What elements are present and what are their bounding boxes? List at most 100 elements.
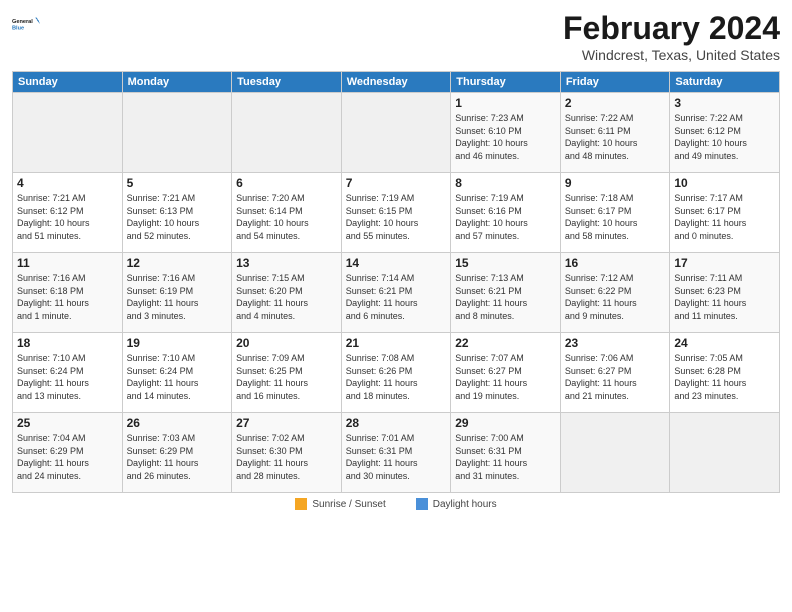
day-info: Sunrise: 7:22 AM Sunset: 6:11 PM Dayligh… <box>565 112 666 162</box>
day-number: 4 <box>17 176 118 190</box>
day-number: 3 <box>674 96 775 110</box>
day-cell: 4 Sunrise: 7:21 AM Sunset: 6:12 PM Daylig… <box>13 173 123 253</box>
day-info: Sunrise: 7:19 AM Sunset: 6:15 PM Dayligh… <box>346 192 447 242</box>
day-number: 5 <box>127 176 228 190</box>
day-info: Sunrise: 7:07 AM Sunset: 6:27 PM Dayligh… <box>455 352 556 402</box>
day-cell: 28Sunrise: 7:01 AM Sunset: 6:31 PM Dayli… <box>341 413 451 493</box>
week-row-4: 25 Sunrise: 7:04 AM Sunset: 6:29 PM Dayli… <box>13 413 780 493</box>
sunrise-label: Sunrise / Sunset <box>312 499 385 510</box>
day-cell: 14 Sunrise: 7:14 AM Sunset: 6:21 PM Dayli… <box>341 253 451 333</box>
day-info: Sunrise: 7:10 AM Sunset: 6:24 PM Dayligh… <box>17 352 118 402</box>
day-cell: 17Sunrise: 7:11 AM Sunset: 6:23 PM Dayli… <box>670 253 780 333</box>
day-cell: 19Sunrise: 7:10 AM Sunset: 6:24 PM Dayli… <box>122 333 232 413</box>
day-info: Sunrise: 7:05 AM Sunset: 6:28 PM Dayligh… <box>674 352 775 402</box>
day-info: Sunrise: 7:04 AM Sunset: 6:29 PM Dayligh… <box>17 432 118 482</box>
day-number: 20 <box>236 336 337 350</box>
day-cell <box>122 93 232 173</box>
day-info: Sunrise: 7:16 AM Sunset: 6:18 PM Dayligh… <box>17 272 118 322</box>
day-cell: 7 Sunrise: 7:19 AM Sunset: 6:15 PM Daylig… <box>341 173 451 253</box>
logo-icon: GeneralBlue <box>12 10 40 38</box>
day-cell: 26Sunrise: 7:03 AM Sunset: 6:29 PM Dayli… <box>122 413 232 493</box>
day-info: Sunrise: 7:02 AM Sunset: 6:30 PM Dayligh… <box>236 432 337 482</box>
day-info: Sunrise: 7:08 AM Sunset: 6:26 PM Dayligh… <box>346 352 447 402</box>
day-info: Sunrise: 7:00 AM Sunset: 6:31 PM Dayligh… <box>455 432 556 482</box>
day-cell <box>670 413 780 493</box>
day-number: 29 <box>455 416 556 430</box>
day-cell: 13 Sunrise: 7:15 AM Sunset: 6:20 PM Dayli… <box>232 253 342 333</box>
day-number: 7 <box>346 176 447 190</box>
day-number: 10 <box>674 176 775 190</box>
title-block: February 2024 Windcrest, Texas, United S… <box>563 10 780 63</box>
day-header-tuesday: Tuesday <box>232 72 342 93</box>
location: Windcrest, Texas, United States <box>563 47 780 63</box>
day-info: Sunrise: 7:09 AM Sunset: 6:25 PM Dayligh… <box>236 352 337 402</box>
day-cell <box>13 93 123 173</box>
day-info: Sunrise: 7:21 AM Sunset: 6:13 PM Dayligh… <box>127 192 228 242</box>
day-info: Sunrise: 7:13 AM Sunset: 6:21 PM Dayligh… <box>455 272 556 322</box>
day-cell: 25 Sunrise: 7:04 AM Sunset: 6:29 PM Dayli… <box>13 413 123 493</box>
day-info: Sunrise: 7:19 AM Sunset: 6:16 PM Dayligh… <box>455 192 556 242</box>
day-cell: 27Sunrise: 7:02 AM Sunset: 6:30 PM Dayli… <box>232 413 342 493</box>
day-number: 18 <box>17 336 118 350</box>
daylight-legend: Daylight hours <box>416 498 497 510</box>
day-cell: 6 Sunrise: 7:20 AM Sunset: 6:14 PM Daylig… <box>232 173 342 253</box>
day-header-sunday: Sunday <box>13 72 123 93</box>
day-cell: 3Sunrise: 7:22 AM Sunset: 6:12 PM Daylig… <box>670 93 780 173</box>
day-number: 2 <box>565 96 666 110</box>
day-info: Sunrise: 7:15 AM Sunset: 6:20 PM Dayligh… <box>236 272 337 322</box>
day-number: 14 <box>346 256 447 270</box>
day-cell: 18 Sunrise: 7:10 AM Sunset: 6:24 PM Dayli… <box>13 333 123 413</box>
day-info: Sunrise: 7:20 AM Sunset: 6:14 PM Dayligh… <box>236 192 337 242</box>
day-info: Sunrise: 7:23 AM Sunset: 6:10 PM Dayligh… <box>455 112 556 162</box>
day-info: Sunrise: 7:01 AM Sunset: 6:31 PM Dayligh… <box>346 432 447 482</box>
calendar-container: GeneralBlue February 2024 Windcrest, Tex… <box>0 0 792 612</box>
day-number: 25 <box>17 416 118 430</box>
day-cell: 29 Sunrise: 7:00 AM Sunset: 6:31 PM Dayli… <box>451 413 561 493</box>
day-number: 9 <box>565 176 666 190</box>
day-cell <box>341 93 451 173</box>
day-number: 22 <box>455 336 556 350</box>
day-cell: 11Sunrise: 7:16 AM Sunset: 6:18 PM Dayli… <box>13 253 123 333</box>
day-info: Sunrise: 7:18 AM Sunset: 6:17 PM Dayligh… <box>565 192 666 242</box>
day-number: 24 <box>674 336 775 350</box>
day-info: Sunrise: 7:16 AM Sunset: 6:19 PM Dayligh… <box>127 272 228 322</box>
day-info: Sunrise: 7:03 AM Sunset: 6:29 PM Dayligh… <box>127 432 228 482</box>
sunrise-legend: Sunrise / Sunset <box>295 498 385 510</box>
day-cell: 1Sunrise: 7:23 AM Sunset: 6:10 PM Daylig… <box>451 93 561 173</box>
footer: Sunrise / Sunset Daylight hours <box>12 498 780 510</box>
week-row-1: 4 Sunrise: 7:21 AM Sunset: 6:12 PM Daylig… <box>13 173 780 253</box>
day-info: Sunrise: 7:06 AM Sunset: 6:27 PM Dayligh… <box>565 352 666 402</box>
day-cell: 15 Sunrise: 7:13 AM Sunset: 6:21 PM Dayli… <box>451 253 561 333</box>
day-cell <box>560 413 670 493</box>
day-cell: 20 Sunrise: 7:09 AM Sunset: 6:25 PM Dayli… <box>232 333 342 413</box>
day-header-thursday: Thursday <box>451 72 561 93</box>
header: GeneralBlue February 2024 Windcrest, Tex… <box>12 10 780 63</box>
day-cell: 8 Sunrise: 7:19 AM Sunset: 6:16 PM Daylig… <box>451 173 561 253</box>
calendar-table: SundayMondayTuesdayWednesdayThursdayFrid… <box>12 71 780 493</box>
day-info: Sunrise: 7:21 AM Sunset: 6:12 PM Dayligh… <box>17 192 118 242</box>
svg-text:General: General <box>12 19 33 25</box>
week-row-0: 1Sunrise: 7:23 AM Sunset: 6:10 PM Daylig… <box>13 93 780 173</box>
day-header-wednesday: Wednesday <box>341 72 451 93</box>
day-number: 8 <box>455 176 556 190</box>
week-row-2: 11Sunrise: 7:16 AM Sunset: 6:18 PM Dayli… <box>13 253 780 333</box>
svg-text:Blue: Blue <box>12 26 24 32</box>
day-number: 15 <box>455 256 556 270</box>
day-info: Sunrise: 7:10 AM Sunset: 6:24 PM Dayligh… <box>127 352 228 402</box>
month-title: February 2024 <box>563 10 780 47</box>
day-info: Sunrise: 7:14 AM Sunset: 6:21 PM Dayligh… <box>346 272 447 322</box>
day-number: 6 <box>236 176 337 190</box>
day-cell: 16Sunrise: 7:12 AM Sunset: 6:22 PM Dayli… <box>560 253 670 333</box>
header-row: SundayMondayTuesdayWednesdayThursdayFrid… <box>13 72 780 93</box>
day-number: 17 <box>674 256 775 270</box>
day-cell: 12Sunrise: 7:16 AM Sunset: 6:19 PM Dayli… <box>122 253 232 333</box>
day-cell: 23Sunrise: 7:06 AM Sunset: 6:27 PM Dayli… <box>560 333 670 413</box>
day-number: 21 <box>346 336 447 350</box>
day-cell: 2 Sunrise: 7:22 AM Sunset: 6:11 PM Daylig… <box>560 93 670 173</box>
day-header-friday: Friday <box>560 72 670 93</box>
day-header-saturday: Saturday <box>670 72 780 93</box>
day-cell: 24 Sunrise: 7:05 AM Sunset: 6:28 PM Dayli… <box>670 333 780 413</box>
day-number: 16 <box>565 256 666 270</box>
daylight-color <box>416 498 428 510</box>
day-number: 13 <box>236 256 337 270</box>
